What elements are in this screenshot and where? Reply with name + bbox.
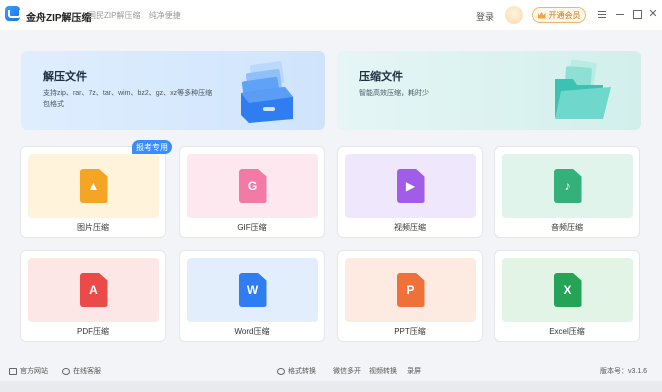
audio-file-icon: ♪ [564, 179, 571, 193]
card-preview: ▶ [345, 154, 476, 218]
ppt-file-icon: P [406, 283, 415, 297]
video-convert-link[interactable]: 视频转换 [369, 366, 397, 376]
folder-icon [555, 59, 611, 119]
card-label: Word压缩 [234, 327, 270, 336]
version-label: 版本号：v3.1.6 [600, 368, 648, 375]
word-file-icon: W [246, 283, 259, 297]
card-preview: G [187, 154, 318, 218]
card-label: Excel压缩 [549, 327, 585, 336]
wechat-multi-link[interactable]: 微信多开 [333, 366, 361, 376]
app-slogan: 国民ZIP解压缩 纯净便捷 [88, 10, 181, 21]
card-label: PDF压缩 [77, 327, 109, 336]
card-preview: W [187, 258, 318, 322]
excel-file-icon: X [563, 283, 572, 297]
video-compress-card[interactable]: ▶ 视频压缩 [337, 146, 483, 238]
card-preview: A [28, 258, 159, 322]
slogan-text-2: 纯净便捷 [148, 11, 181, 20]
decompress-banner[interactable]: 解压文件 支持zip、rar、7z、tar、wim、bz2、gz、xz等多种压缩… [21, 51, 325, 130]
card-label: PPT压缩 [394, 327, 426, 336]
slogan-text-1: 国民ZIP解压缩 [88, 11, 141, 20]
decompress-desc: 支持zip、rar、7z、tar、wim、bz2、gz、xz等多种压缩包格式 [43, 90, 213, 108]
card-preview: X [502, 258, 633, 322]
footer: 官方网站 在线客服 格式转换 微信多开 视频转换 录屏 版本号：v3.1.6 [0, 360, 662, 381]
bottom-strip [0, 381, 662, 392]
headset-icon [62, 367, 70, 375]
monitor-icon [9, 367, 17, 375]
avatar[interactable] [505, 6, 523, 24]
app-logo-icon [5, 6, 21, 21]
vip-button-label: 开通会员 [548, 10, 581, 20]
compress-banner[interactable]: 压缩文件 智能高效压缩，耗时少 [337, 51, 641, 130]
video-convert-label: 视频转换 [369, 368, 397, 375]
website-label: 官方网站 [20, 368, 48, 375]
word-compress-card[interactable]: W Word压缩 [179, 250, 325, 342]
crown-icon [537, 11, 546, 19]
close-icon[interactable]: ✕ [647, 8, 659, 20]
login-link[interactable]: 登录 [476, 10, 494, 23]
gif-file-icon: G [247, 179, 258, 193]
card-label: GIF压缩 [237, 223, 267, 232]
format-convert-label: 格式转换 [288, 368, 316, 375]
screen-record-link[interactable]: 录屏 [407, 366, 421, 376]
vip-button[interactable]: 开通会员 [532, 7, 586, 23]
compress-desc: 智能高效压缩，耗时少 [359, 90, 429, 97]
support-link[interactable]: 在线客服 [62, 366, 101, 376]
image-file-icon: ▲ [87, 179, 100, 193]
wechat-multi-label: 微信多开 [333, 368, 361, 375]
minimize-icon[interactable] [614, 8, 626, 20]
website-link[interactable]: 官方网站 [9, 366, 48, 376]
card-label: 视频压缩 [394, 223, 426, 232]
app-name: 金舟ZIP解压缩 [26, 13, 92, 24]
format-convert-link[interactable]: 格式转换 [277, 366, 316, 376]
title-bar: 金舟ZIP解压缩 国民ZIP解压缩 纯净便捷 登录 开通会员 ✕ [0, 0, 662, 30]
excel-compress-card[interactable]: X Excel压缩 [494, 250, 640, 342]
audio-compress-card[interactable]: ♪ 音频压缩 [494, 146, 640, 238]
gif-compress-card[interactable]: G GIF压缩 [179, 146, 325, 238]
exam-special-tag: 报考专用 [132, 140, 172, 154]
compress-title: 压缩文件 [359, 71, 403, 83]
image-compress-card[interactable]: ▲ 图片压缩 [20, 146, 166, 238]
video-file-icon: ▶ [405, 179, 416, 193]
card-preview: ▲ [28, 154, 159, 218]
menu-icon[interactable] [596, 8, 608, 20]
card-preview: ♪ [502, 154, 633, 218]
ppt-compress-card[interactable]: P PPT压缩 [337, 250, 483, 342]
screen-record-label: 录屏 [407, 368, 421, 375]
maximize-icon[interactable] [631, 8, 643, 20]
decompress-title: 解压文件 [43, 71, 87, 83]
card-label: 图片压缩 [77, 223, 109, 232]
support-label: 在线客服 [73, 368, 101, 375]
card-label: 音频压缩 [551, 223, 583, 232]
pdf-compress-card[interactable]: A PDF压缩 [20, 250, 166, 342]
convert-icon [277, 367, 285, 375]
pdf-file-icon: A [89, 283, 98, 297]
archive-box-icon [241, 61, 293, 123]
card-preview: P [345, 258, 476, 322]
